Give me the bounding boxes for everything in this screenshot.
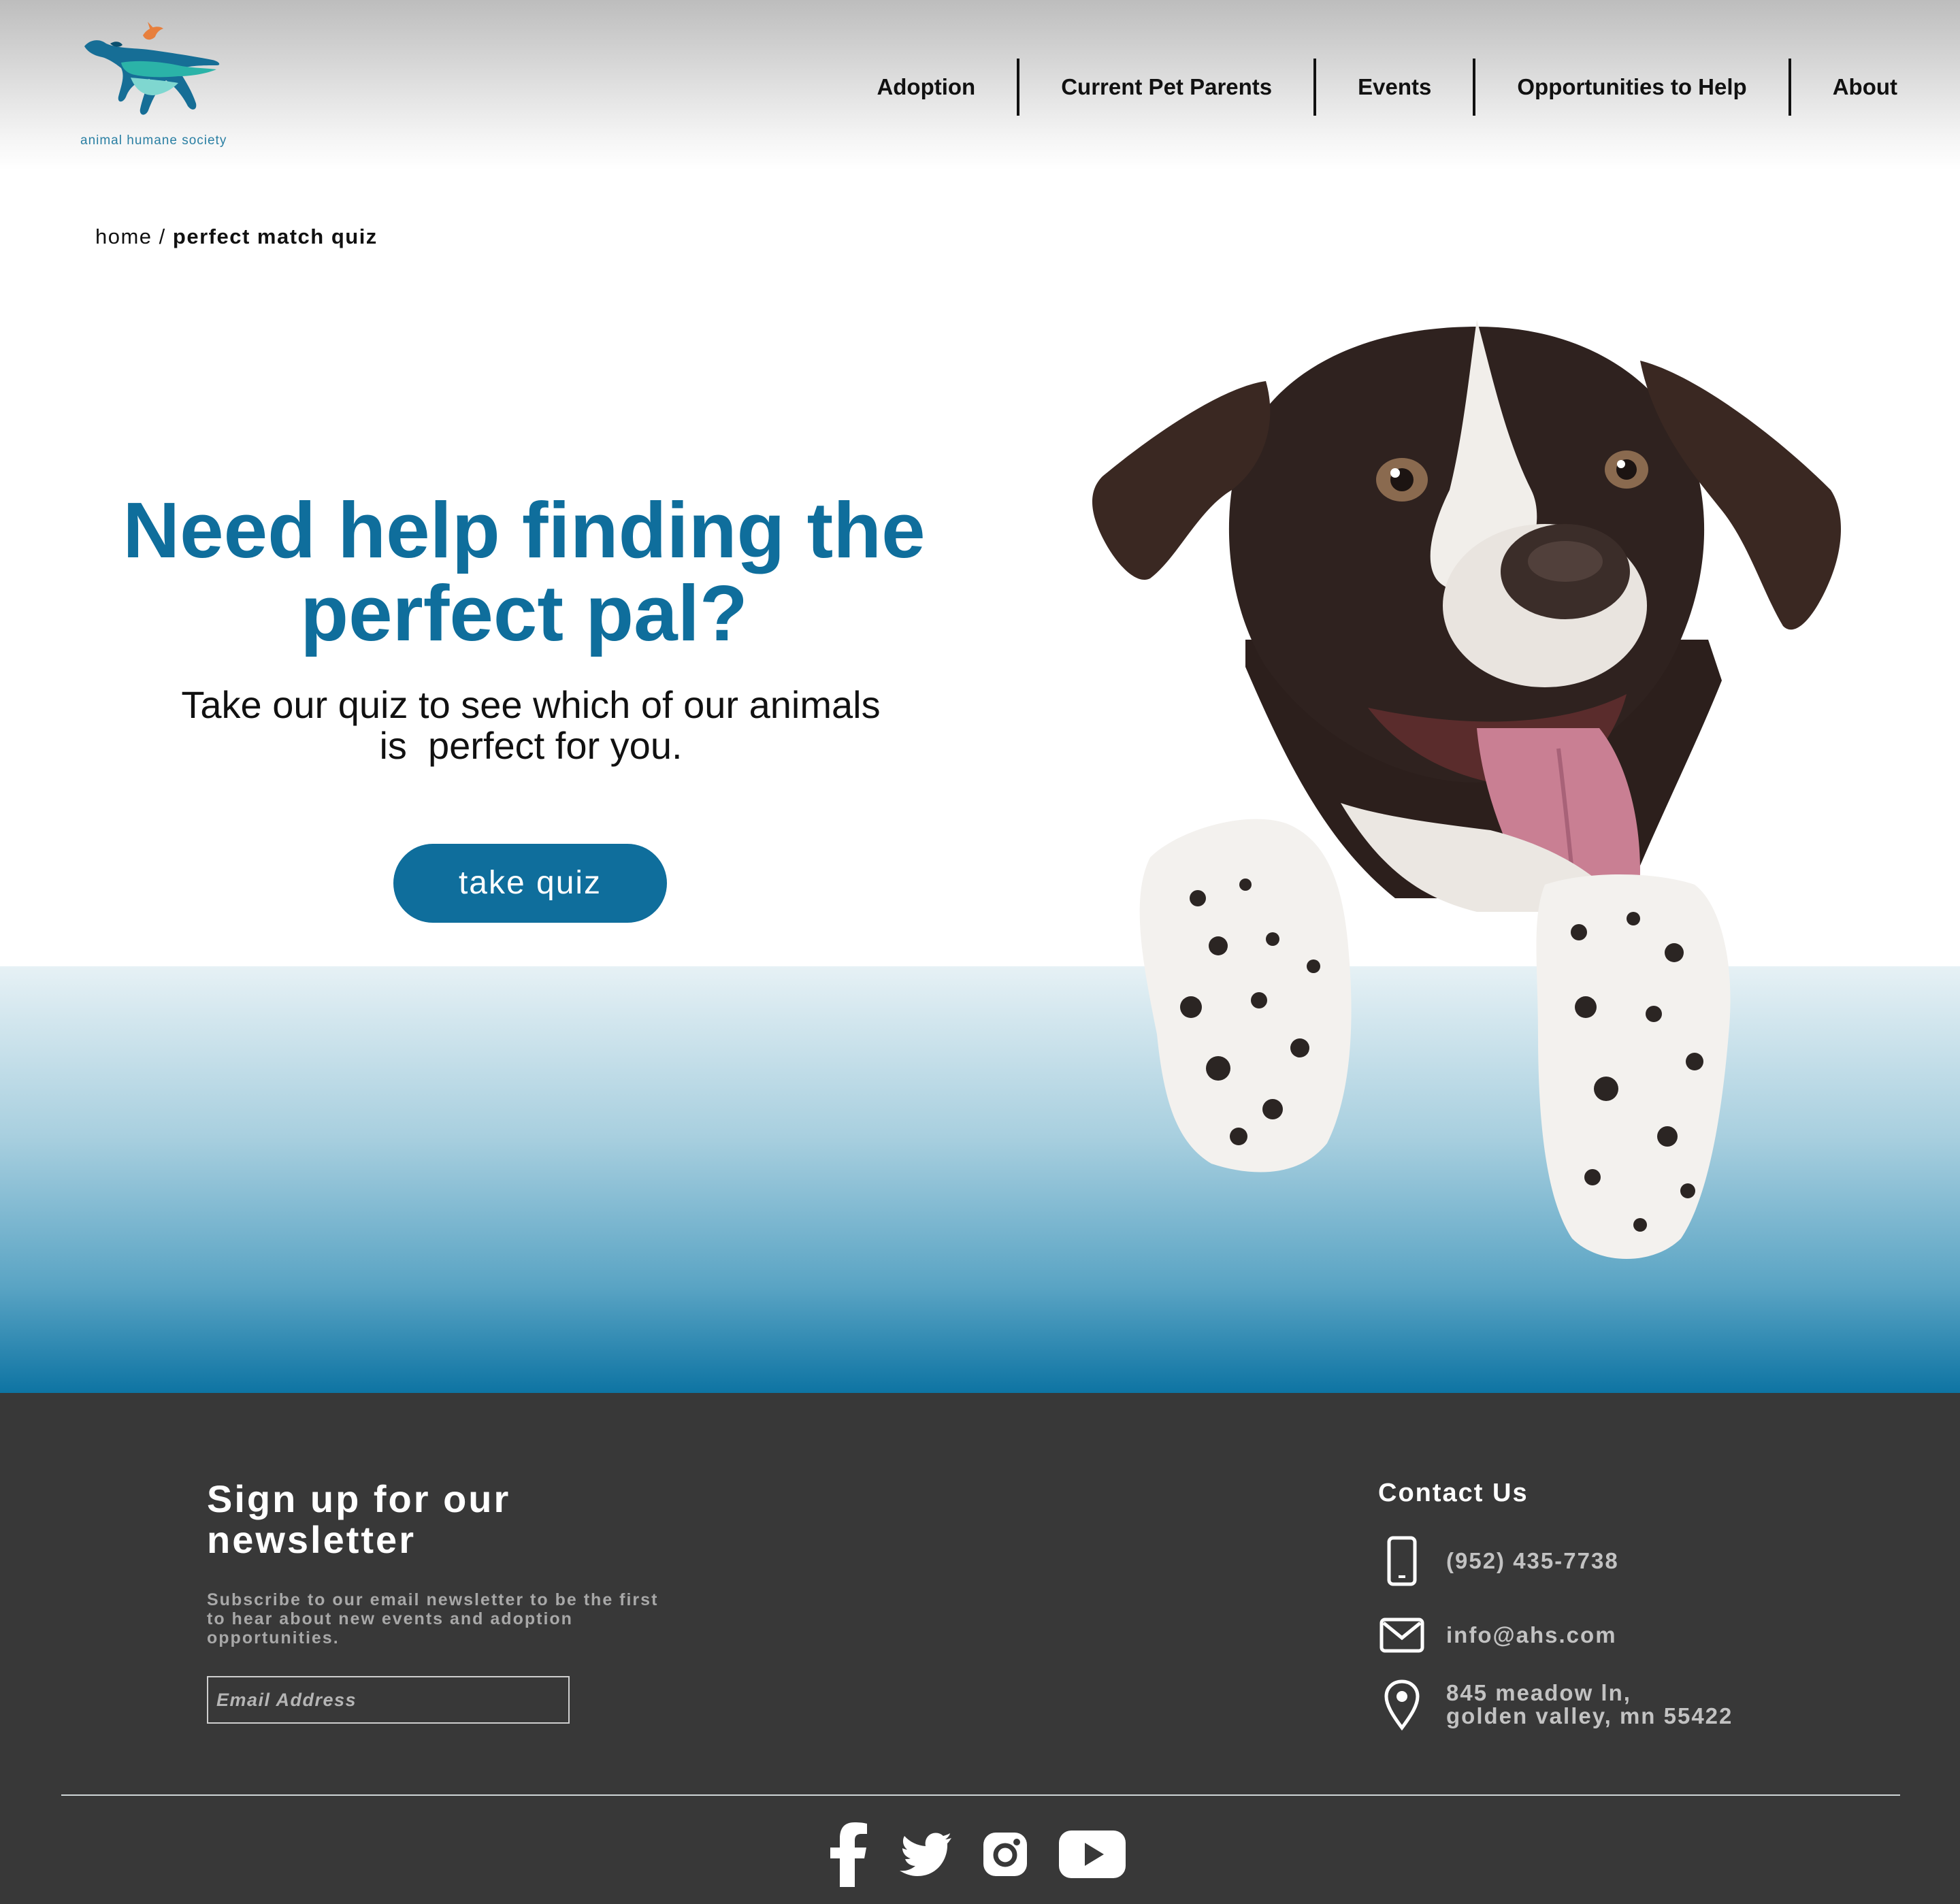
site-header: animal humane society Adoption Current P… <box>0 0 1960 170</box>
contact-title: Contact Us <box>1378 1479 1529 1507</box>
phone-number: (952) 435-7738 <box>1446 1548 1619 1573</box>
contact-email[interactable]: info@ahs.com <box>1378 1618 1617 1653</box>
nav-item-current-pet-parents[interactable]: Current Pet Parents <box>1019 59 1313 116</box>
hero-subtitle-line: Take our quiz to see which of our animal… <box>181 683 881 726</box>
mail-icon <box>1378 1618 1426 1653</box>
hero-title: Need help finding the perfect pal? <box>82 489 966 655</box>
nav-item-about[interactable]: About <box>1791 59 1897 116</box>
newsletter-title-line: newsletter <box>207 1518 416 1561</box>
social-links <box>830 1822 1126 1890</box>
breadcrumb-separator: / <box>159 225 166 248</box>
breadcrumb: home / perfect match quiz <box>95 225 378 249</box>
twitter-icon[interactable] <box>900 1833 951 1880</box>
newsletter-title: Sign up for our newsletter <box>207 1479 683 1560</box>
youtube-icon[interactable] <box>1059 1831 1126 1882</box>
logo-text: animal humane society <box>80 133 227 148</box>
newsletter-desc-line: Subscribe to our email newsletter to be … <box>207 1590 659 1609</box>
footer-divider <box>61 1794 1900 1796</box>
breadcrumb-home-link[interactable]: home <box>95 225 152 248</box>
street-address: 845 meadow ln, golden valley, mn 55422 <box>1446 1681 1733 1728</box>
nav-item-adoption[interactable]: Adoption <box>835 59 1017 116</box>
address-line: golden valley, mn 55422 <box>1446 1703 1733 1728</box>
hero-subtitle: Take our quiz to see which of our animal… <box>122 685 939 766</box>
puppy-image <box>1092 320 1841 1259</box>
newsletter-desc-line: opportunities. <box>207 1628 340 1647</box>
hero-subtitle-line: is perfect for you. <box>379 724 683 767</box>
main-nav: Adoption Current Pet Parents Events Oppo… <box>835 59 1897 116</box>
hero-title-line: perfect pal? <box>300 569 748 657</box>
newsletter-title-line: Sign up for our <box>207 1477 511 1520</box>
take-quiz-button[interactable]: take quiz <box>393 844 667 923</box>
email-address: info@ahs.com <box>1446 1622 1617 1647</box>
nav-item-opportunities-to-help[interactable]: Opportunities to Help <box>1475 59 1788 116</box>
nav-item-events[interactable]: Events <box>1316 59 1473 116</box>
email-field[interactable] <box>207 1676 570 1724</box>
logo-animals-icon <box>84 22 220 115</box>
newsletter-desc-line: to hear about new events and adoption <box>207 1609 573 1628</box>
location-pin-icon <box>1378 1679 1426 1730</box>
logo[interactable]: animal humane society <box>75 20 245 157</box>
address-line: 845 meadow ln, <box>1446 1680 1631 1705</box>
contact-phone[interactable]: (952) 435-7738 <box>1378 1536 1619 1586</box>
phone-icon <box>1378 1536 1426 1586</box>
contact-address[interactable]: 845 meadow ln, golden valley, mn 55422 <box>1378 1679 1733 1730</box>
facebook-icon[interactable] <box>830 1822 868 1890</box>
instagram-icon[interactable] <box>981 1831 1029 1882</box>
breadcrumb-current: perfect match quiz <box>172 225 378 248</box>
hero-title-line: Need help finding the <box>122 486 926 574</box>
site-footer: Sign up for our newsletter Subscribe to … <box>0 1393 1960 1904</box>
newsletter-description: Subscribe to our email newsletter to be … <box>207 1590 683 1647</box>
